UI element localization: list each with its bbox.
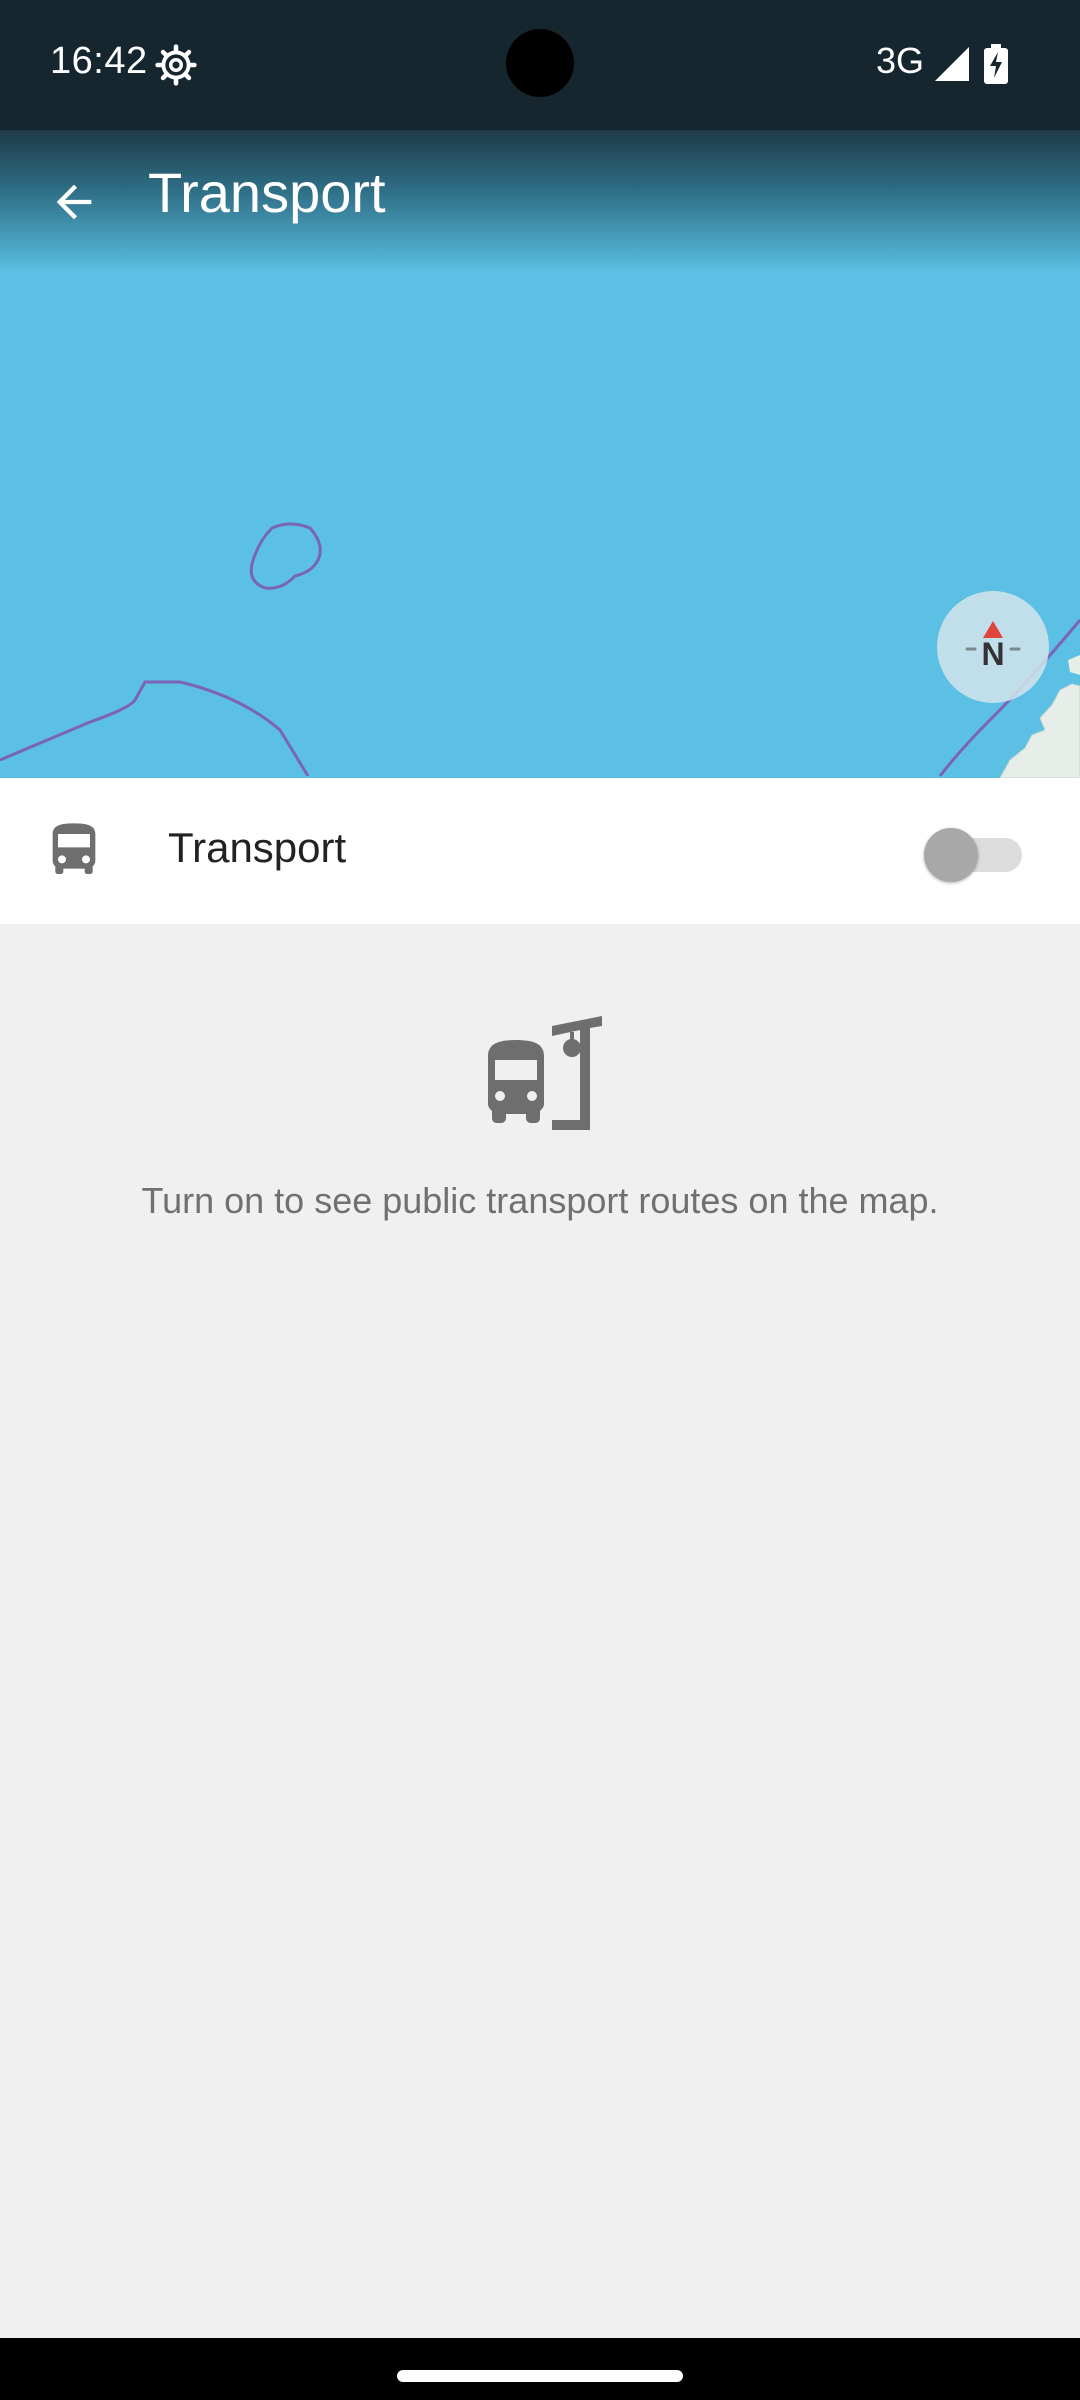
status-bar: 16:42 3G (0, 0, 1080, 130)
arrow-back-icon (56, 184, 92, 220)
bus-stop-icon (488, 1016, 602, 1130)
back-button[interactable] (10, 138, 138, 266)
compass-button[interactable]: N (937, 591, 1049, 703)
compass-icon: N (965, 621, 1021, 672)
app-bar: Transport (0, 130, 1080, 272)
compass-north-label: N (981, 636, 1004, 672)
switch-thumb (924, 828, 978, 882)
page-title: Transport (148, 161, 386, 224)
cell-signal-icon (935, 47, 969, 81)
transport-info-text: Turn on to see public transport routes o… (141, 1180, 939, 1221)
transport-info: Turn on to see public transport routes o… (0, 966, 1080, 1226)
transport-toggle-row[interactable]: Transport (0, 778, 1080, 924)
home-indicator[interactable] (397, 2370, 683, 2382)
network-type: 3G (876, 40, 925, 81)
battery-charging-icon (984, 44, 1008, 84)
bus-icon (52, 823, 96, 874)
system-nav-bar (0, 2338, 1080, 2400)
transport-switch[interactable] (912, 788, 1040, 914)
camera-cutout (506, 29, 574, 97)
transport-label: Transport (168, 824, 347, 871)
status-time: 16:42 (50, 40, 148, 82)
settings-gear-icon (155, 44, 197, 86)
